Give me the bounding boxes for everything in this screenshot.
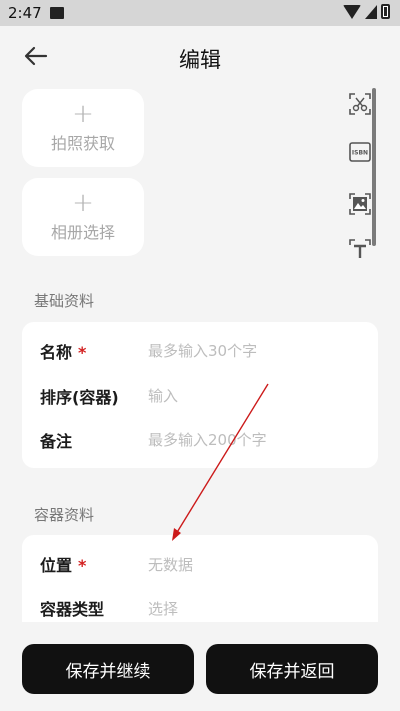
field-remark: 备注: [40, 428, 364, 452]
required-mark: *: [78, 343, 87, 362]
section-title-container: 容器资料: [34, 506, 95, 524]
required-mark: *: [78, 556, 87, 575]
image-notification-icon: [49, 7, 64, 19]
save-and-return-button[interactable]: 保存并返回: [206, 644, 378, 694]
field-container-type-label: 容器类型: [40, 600, 105, 619]
page-title: 编辑: [179, 48, 221, 72]
field-location-label: 位置 *: [40, 552, 148, 576]
basic-info-card: 名称 * 排序(容器) 备注: [22, 322, 378, 468]
field-remark-label: 备注: [40, 432, 73, 451]
plus-icon: +: [72, 99, 94, 129]
image-scan-icon: [349, 193, 371, 215]
battery-icon: [381, 4, 390, 19]
field-name-label: 名称 *: [40, 339, 148, 363]
choose-from-album-button[interactable]: + 相册选择: [22, 178, 144, 256]
field-container-type[interactable]: 容器类型 选择: [40, 596, 364, 620]
text-scan-icon: [349, 239, 371, 258]
status-bar: 2:47: [0, 0, 400, 26]
field-name: 名称 *: [40, 339, 364, 363]
scrollbar[interactable]: [372, 88, 376, 246]
status-icons: [343, 4, 390, 19]
plus-icon: +: [72, 188, 94, 218]
section-title-basic: 基础资料: [34, 292, 95, 310]
text-scan-button[interactable]: [348, 238, 372, 262]
app-header: 编辑: [0, 26, 400, 88]
signal-icon: [365, 4, 377, 19]
field-sort-label: 排序(容器): [40, 388, 119, 407]
location-value[interactable]: 无数据: [148, 554, 364, 575]
name-input[interactable]: [148, 342, 364, 360]
sort-input[interactable]: [148, 387, 364, 405]
isbn-icon-text: ISBN: [352, 150, 368, 157]
field-name-label-text: 名称: [40, 343, 73, 362]
remark-input[interactable]: [148, 431, 364, 449]
choose-from-album-label: 相册选择: [50, 223, 115, 242]
take-photo-label: 拍照获取: [50, 134, 115, 153]
container-type-select[interactable]: 选择: [148, 598, 364, 619]
field-location-label-text: 位置: [40, 556, 73, 575]
scissors-icon: [349, 93, 371, 115]
isbn-icon: ISBN: [349, 142, 371, 162]
save-and-continue-button[interactable]: 保存并继续: [22, 644, 194, 694]
status-time: 2:47: [8, 4, 42, 22]
isbn-scan-button[interactable]: ISBN: [348, 140, 372, 164]
field-location[interactable]: 位置 * 无数据: [40, 552, 364, 576]
take-photo-button[interactable]: + 拍照获取: [22, 89, 144, 167]
field-sort: 排序(容器): [40, 384, 364, 408]
wifi-icon: [343, 4, 361, 19]
image-scan-button[interactable]: [348, 192, 372, 216]
crop-tool-button[interactable]: [348, 92, 372, 116]
